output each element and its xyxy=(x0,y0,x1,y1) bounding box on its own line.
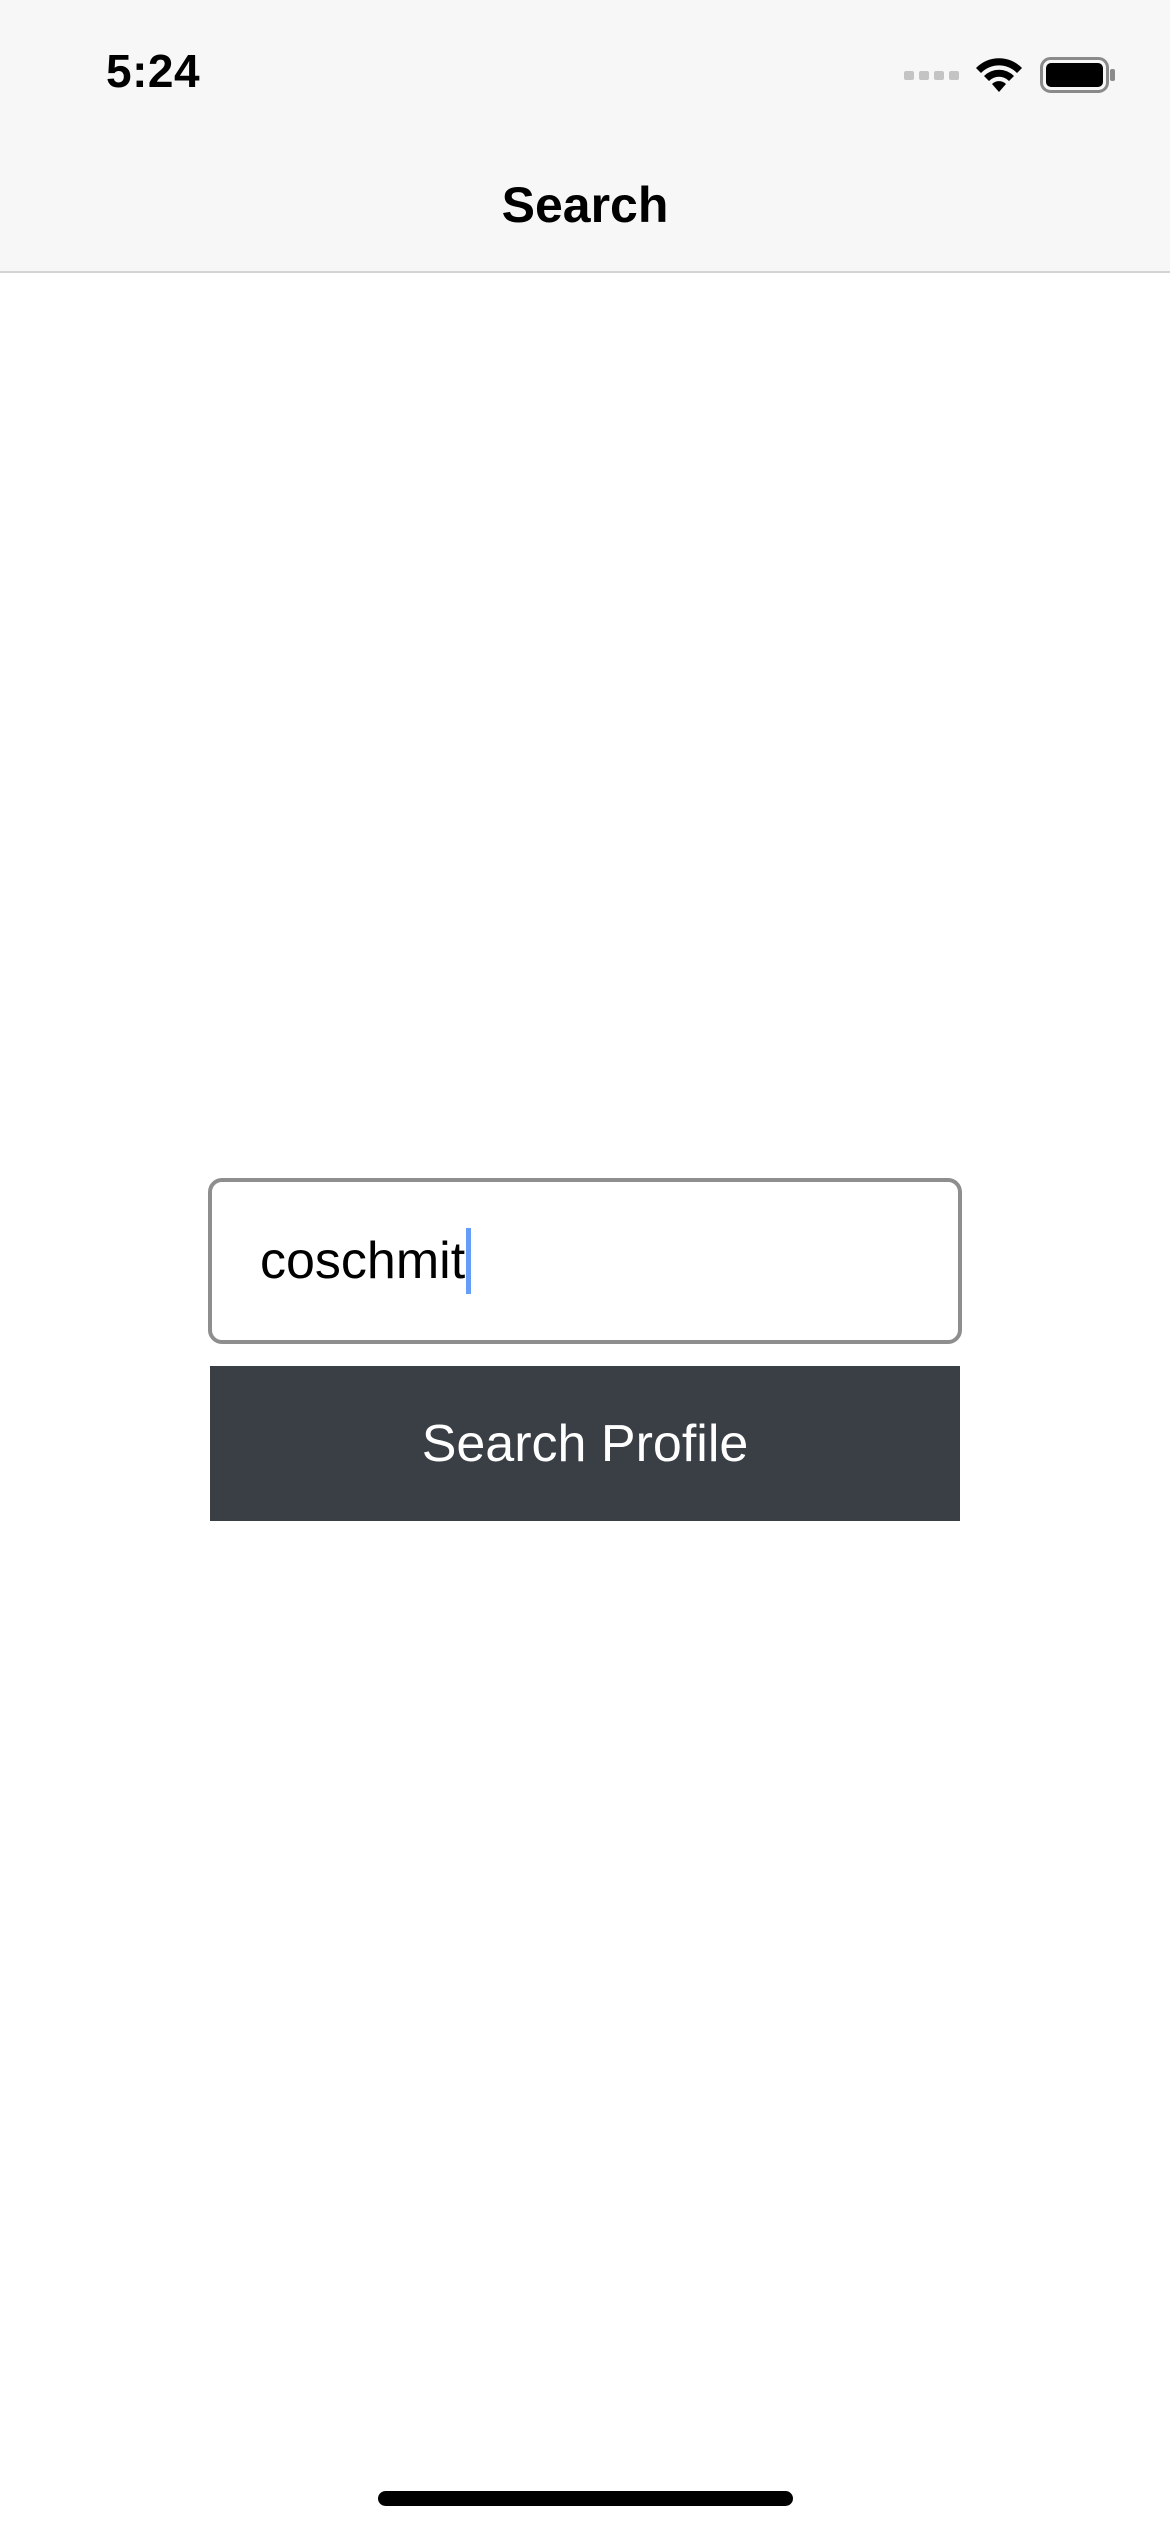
page-title: Search xyxy=(501,177,669,233)
search-profile-button[interactable]: Search Profile xyxy=(210,1366,960,1521)
battery-icon xyxy=(1040,57,1115,93)
search-input-value[interactable]: coschmit xyxy=(260,1231,465,1291)
status-icons xyxy=(904,50,1116,100)
cellular-signal-icon xyxy=(904,71,959,80)
text-caret xyxy=(466,1228,472,1294)
wifi-icon xyxy=(976,58,1022,92)
search-input[interactable]: coschmit xyxy=(208,1178,962,1344)
home-indicator[interactable] xyxy=(378,2491,793,2506)
status-time: 5:24 xyxy=(106,45,201,97)
navigation-bar: 5:24 Search xyxy=(0,0,1170,273)
